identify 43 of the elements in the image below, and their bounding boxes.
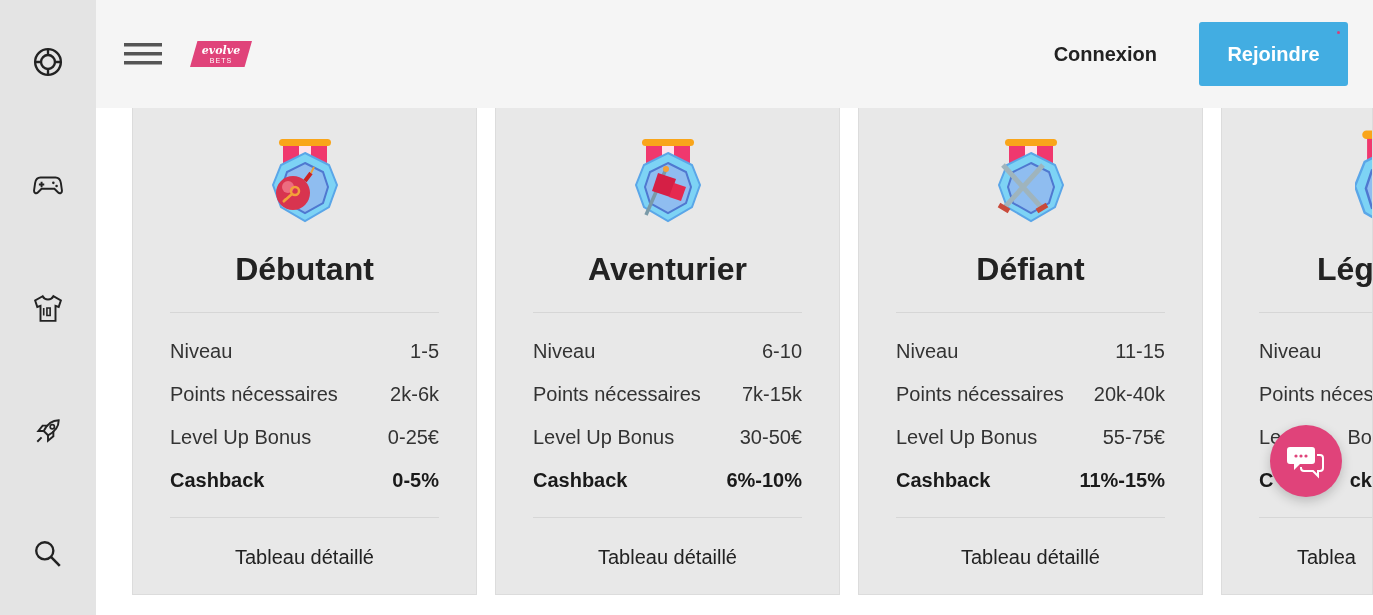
row-value: 11-15 [1115,339,1165,363]
row-label: Points nécessaires [533,382,701,406]
row-value: 20k-40k [1093,382,1165,406]
row-label: Niveau [533,339,596,363]
row-label: Cashback [896,468,991,492]
row-value: 2k-6k [390,382,439,406]
row-value: 11%-15% [1079,468,1165,492]
detail-link[interactable]: Tableau détaillé [598,546,737,569]
row-label: Points néces [1259,382,1372,406]
row-value: 30-50€ [739,425,802,449]
row-label: Niveau [170,339,233,363]
row-label: Niveau [896,339,959,363]
row-value: 0-5% [392,468,439,492]
row-label: Niveau [1259,339,1322,363]
row-label: Level Up Bonus [170,425,312,449]
jersey-icon [33,293,63,323]
tier-title: Lég [1317,250,1372,289]
row-label: Cashback [533,468,628,492]
row-label: Level Up Bonus [533,425,675,449]
row-label: Points nécessaires [170,382,338,406]
row-value: 55-75€ [1102,425,1165,449]
row-label: ck [1349,468,1372,492]
tier-title: Débutant [234,250,375,289]
login-link[interactable]: Connexion [1053,42,1157,66]
row-value: 6%-10% [726,468,802,492]
menu-button[interactable] [124,43,162,65]
tier-title: Défiant [975,250,1086,289]
row-value: 6-10 [761,339,802,363]
menu-icon [124,43,162,65]
row-value: 0-25€ [387,425,439,449]
row-value: 7k-15k [741,382,802,406]
row-value: 1-5 [410,339,439,363]
search-icon [33,539,63,569]
row-label: Cashback [170,468,265,492]
tier-title: Aventurier [587,250,748,289]
row-label: Points nécessaires [896,382,1064,406]
detail-link[interactable]: Tablea [1297,546,1356,569]
row-label: Bo [1347,425,1372,449]
detail-link[interactable]: Tableau détaillé [961,546,1100,569]
detail-link[interactable]: Tableau détaillé [235,546,374,569]
row-label: Level Up Bonus [896,425,1038,449]
row-label: C [1259,468,1274,492]
lifebuoy-icon [33,47,63,77]
